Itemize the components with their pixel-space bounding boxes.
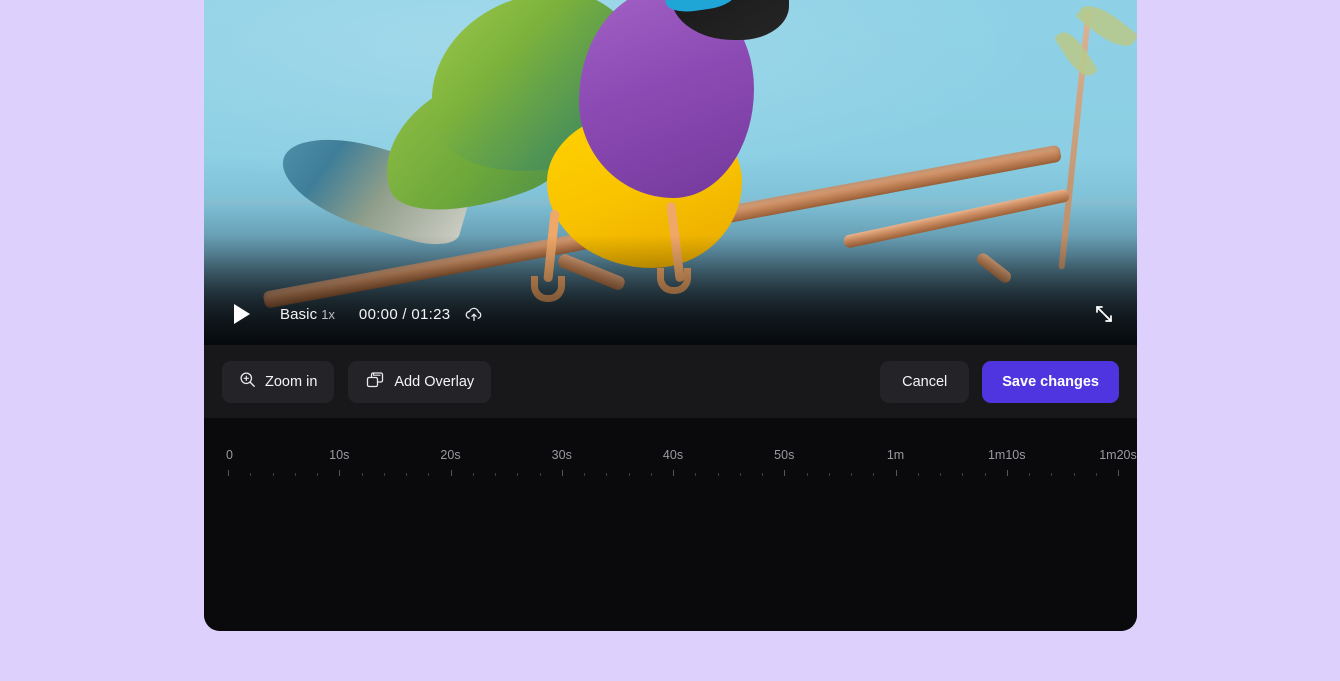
ruler-tick (762, 473, 763, 476)
ruler-label: 1m10s (988, 448, 1026, 462)
ruler-tick (517, 473, 518, 476)
zoom-in-label: Zoom in (265, 374, 317, 390)
player-controls: Basic 1x 00:00 / 01:23 (204, 283, 1137, 345)
ruler-tick (584, 473, 585, 476)
ruler-tick (1074, 473, 1075, 476)
ruler-tick (339, 470, 340, 476)
cloud-upload-icon[interactable] (464, 305, 484, 323)
add-overlay-button[interactable]: Add Overlay (348, 361, 491, 403)
ruler-tick (273, 473, 274, 476)
ruler-tick (1051, 473, 1052, 476)
playback-speed-label[interactable]: 1x (321, 307, 335, 322)
ruler-tick (718, 473, 719, 476)
ruler-label: 1m (887, 448, 904, 462)
ruler-tick (896, 470, 897, 476)
layers-icon (365, 371, 385, 393)
add-overlay-label: Add Overlay (394, 374, 474, 390)
ruler-label: 20s (440, 448, 460, 462)
ruler-tick (495, 473, 496, 476)
ruler-tick (317, 473, 318, 476)
ruler-tick (740, 473, 741, 476)
playback-quality-label[interactable]: Basic (280, 306, 317, 323)
ruler-tick (784, 470, 785, 476)
ruler-label: 40s (663, 448, 683, 462)
zoom-in-button[interactable]: Zoom in (222, 361, 334, 403)
ruler-tick (473, 473, 474, 476)
ruler-label: 50s (774, 448, 794, 462)
ruler-tick (562, 470, 563, 476)
ruler-tick (362, 473, 363, 476)
ruler-tick (940, 473, 941, 476)
ruler-tick (985, 473, 986, 476)
editor-toolbar: Zoom in Add Overlay Cancel Save changes (204, 345, 1137, 418)
ruler-tick (1029, 473, 1030, 476)
ruler-tick (428, 473, 429, 476)
ruler-label: 30s (552, 448, 572, 462)
ruler-tick (295, 473, 296, 476)
timeline-panel[interactable]: 0 10s 20s 30s 40s 50s 1m 1m10s 1m20s (204, 418, 1137, 631)
timeline-ruler[interactable]: 010s20s30s40s50s1m1m10s1m20s (228, 448, 1118, 476)
cancel-button[interactable]: Cancel (880, 361, 969, 403)
ruler-tick (807, 473, 808, 476)
ruler-tick (918, 473, 919, 476)
ruler-tick (1007, 470, 1008, 476)
ruler-tick (829, 473, 830, 476)
play-icon (234, 304, 250, 324)
ruler-tick (451, 470, 452, 476)
ruler-tick (1096, 473, 1097, 476)
ruler-tick (606, 473, 607, 476)
ruler-label: 1m20s (1099, 448, 1137, 462)
magnifier-plus-icon (239, 371, 256, 392)
ruler-tick (406, 473, 407, 476)
ruler-tick (228, 470, 229, 476)
ruler-tick (250, 473, 251, 476)
video-preview[interactable]: Basic 1x 00:00 / 01:23 (204, 0, 1137, 345)
ruler-tick (851, 473, 852, 476)
ruler-tick (695, 473, 696, 476)
ruler-label: 0 (226, 448, 233, 462)
ruler-tick (384, 473, 385, 476)
ruler-tick (1118, 470, 1119, 476)
ruler-tick (629, 473, 630, 476)
save-changes-button[interactable]: Save changes (982, 361, 1119, 403)
play-button[interactable] (226, 298, 258, 330)
ruler-tick (873, 473, 874, 476)
video-editor-panel: Basic 1x 00:00 / 01:23 (204, 0, 1137, 631)
fullscreen-button[interactable] (1093, 303, 1115, 325)
time-display: 00:00 / 01:23 (359, 306, 450, 323)
ruler-tick (673, 470, 674, 476)
ruler-tick (962, 473, 963, 476)
ruler-tick (540, 473, 541, 476)
ruler-label: 10s (329, 448, 349, 462)
ruler-tick (651, 473, 652, 476)
